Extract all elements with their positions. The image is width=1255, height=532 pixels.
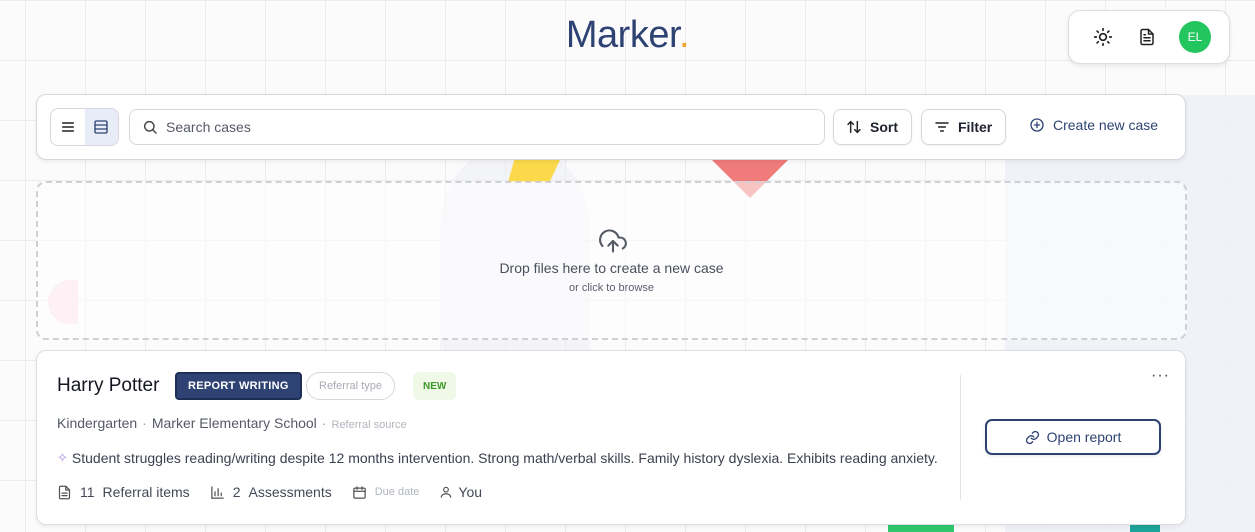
create-new-case-button[interactable]: Create new case xyxy=(1029,117,1158,133)
theme-toggle-button[interactable] xyxy=(1091,25,1115,49)
assessments-stat[interactable]: 2 Assessments xyxy=(210,484,332,500)
due-date-stat[interactable]: Due date xyxy=(352,485,420,500)
user-icon xyxy=(441,486,452,498)
create-new-case-label: Create new case xyxy=(1053,117,1159,133)
referral-type-chip[interactable]: Referral type xyxy=(306,372,395,400)
referral-items-count: 11 xyxy=(80,484,95,500)
case-meta: Kindergarten · Marker Elementary School … xyxy=(57,415,407,431)
dropzone-title: Drop files here to create a new case xyxy=(499,260,724,276)
sort-label: Sort xyxy=(870,119,898,135)
search-box xyxy=(129,109,825,145)
more-options-button[interactable]: ··· xyxy=(1151,367,1170,385)
document-icon xyxy=(58,485,71,499)
bar-chart-icon xyxy=(210,485,224,499)
list-icon xyxy=(61,122,74,132)
sort-icon xyxy=(847,120,861,134)
assignee-name: You xyxy=(458,484,483,500)
referral-items-label: Referral items xyxy=(102,484,190,500)
list-view-button[interactable] xyxy=(51,109,85,145)
case-grade: Kindergarten xyxy=(57,415,138,431)
sort-button[interactable]: Sort xyxy=(833,109,912,145)
app-logo: Marker. xyxy=(565,14,690,56)
documents-button[interactable] xyxy=(1135,25,1159,49)
filter-icon xyxy=(935,122,949,132)
meta-separator: · xyxy=(142,415,147,431)
sparkle-icon: ✧ xyxy=(57,450,68,465)
top-actions-panel: EL xyxy=(1068,10,1230,64)
open-report-button[interactable]: Open report xyxy=(985,419,1161,455)
dropzone-subtitle: or click to browse xyxy=(569,282,654,294)
filter-label: Filter xyxy=(958,119,993,135)
case-summary-text: Student struggles reading/writing despit… xyxy=(71,450,938,466)
case-stats: 11 Referral items 2 Assessments Due date… xyxy=(57,484,502,500)
file-dropzone[interactable]: Drop files here to create a new case or … xyxy=(36,181,1187,340)
new-badge: NEW xyxy=(413,372,457,400)
filter-button[interactable]: Filter xyxy=(921,109,1006,145)
case-summary: ✧ Student struggles reading/writing desp… xyxy=(57,450,938,466)
plus-circle-icon xyxy=(1030,118,1044,132)
sun-icon xyxy=(1093,27,1113,47)
document-icon xyxy=(1140,28,1154,46)
assessments-count: 2 xyxy=(232,484,241,500)
referral-items-stat[interactable]: 11 Referral items xyxy=(57,484,190,500)
case-name: Harry Potter xyxy=(57,375,160,396)
search-icon xyxy=(143,120,157,134)
table-icon xyxy=(94,120,108,134)
search-input[interactable] xyxy=(166,119,766,135)
cloud-upload-icon xyxy=(599,229,627,253)
status-badge: REPORT WRITING xyxy=(175,372,302,400)
open-report-label: Open report xyxy=(1046,429,1122,445)
view-toggle xyxy=(50,108,119,146)
calendar-icon xyxy=(352,485,366,499)
user-avatar[interactable]: EL xyxy=(1179,21,1211,53)
case-school: Marker Elementary School xyxy=(151,415,317,431)
case-card[interactable]: Harry Potter REPORT WRITING Referral typ… xyxy=(36,350,1186,525)
table-view-button[interactable] xyxy=(84,109,118,145)
referral-source[interactable]: Referral source xyxy=(331,419,406,431)
assignee-stat[interactable]: You xyxy=(439,484,482,500)
due-date: Due date xyxy=(374,486,420,498)
decorative-yellow-shape xyxy=(508,160,560,182)
meta-separator: · xyxy=(321,415,327,431)
assessments-label: Assessments xyxy=(248,484,332,500)
cases-toolbar: Sort Filter Create new case xyxy=(36,94,1186,160)
card-divider xyxy=(960,375,961,500)
link-icon xyxy=(1025,430,1039,444)
